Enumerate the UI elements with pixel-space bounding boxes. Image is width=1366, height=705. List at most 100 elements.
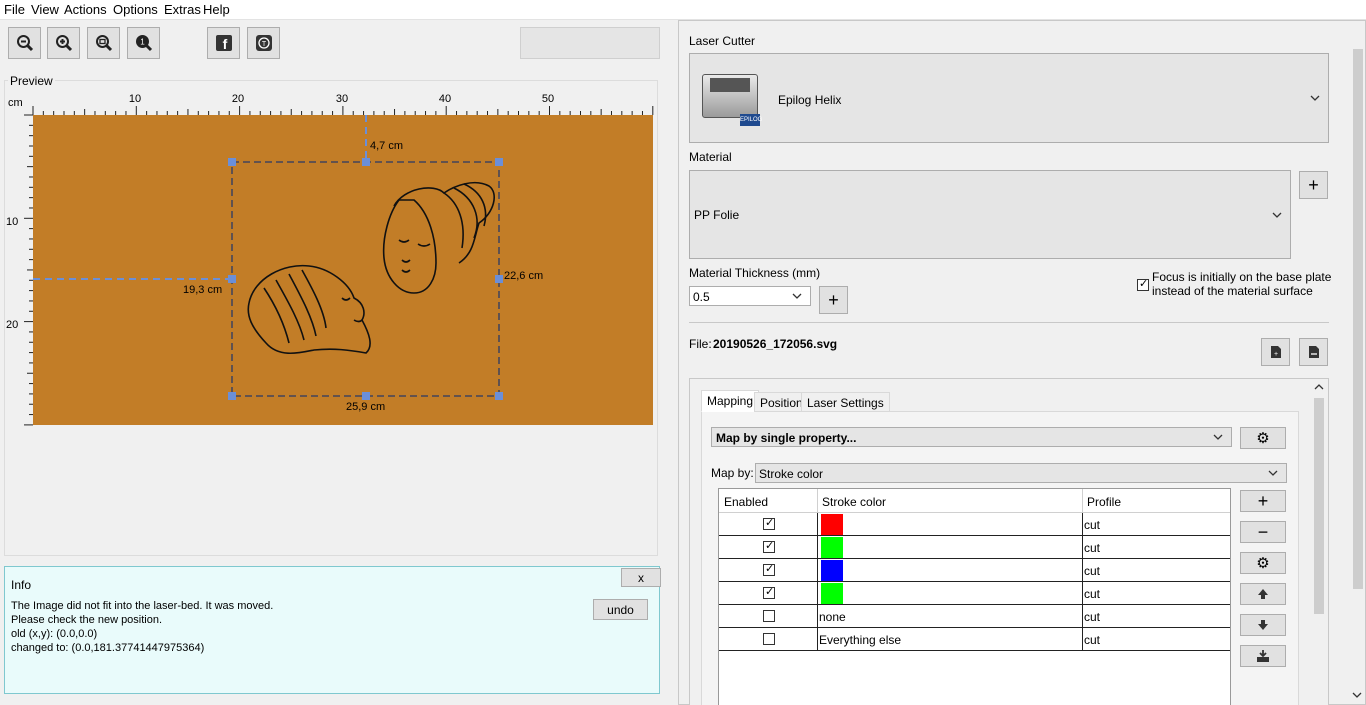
undo-button[interactable]: undo	[593, 599, 648, 620]
zoom-out-icon	[16, 35, 33, 52]
focus-checkbox-label: Focus is initially on the base plate ins…	[1152, 270, 1331, 298]
table-row[interactable]: none cut	[719, 605, 1230, 628]
row-enabled-checkbox[interactable]	[763, 610, 775, 622]
facebook-button[interactable]: f	[207, 27, 240, 59]
chevron-down-icon	[792, 293, 802, 299]
info-title: Info	[11, 578, 32, 592]
ruler-unit: cm	[8, 97, 23, 109]
material-label: Material	[689, 150, 732, 164]
row-enabled-checkbox[interactable]	[763, 539, 775, 553]
row-profile[interactable]: cut	[1084, 633, 1100, 647]
chevron-down-icon	[1272, 212, 1282, 218]
table-row[interactable]: Everything else cut	[719, 628, 1230, 651]
mapping-table: Enabled Stroke color Profile cut cut cut cu…	[718, 488, 1231, 705]
color-swatch	[821, 514, 843, 535]
header-profile: Profile	[1087, 495, 1122, 509]
menu-options[interactable]: Options	[113, 2, 158, 17]
menu-file[interactable]: File	[4, 2, 25, 17]
twitter-icon: T	[255, 35, 272, 51]
ruler-x-label: 50	[542, 93, 554, 105]
column-divider	[1082, 513, 1083, 536]
row-stroke-label: Everything else	[819, 633, 902, 647]
mapping-settings-button[interactable]: ⚙	[1240, 427, 1286, 449]
tab-laser-settings[interactable]: Laser Settings	[801, 392, 890, 412]
column-divider	[817, 513, 818, 536]
import-button[interactable]	[1240, 645, 1286, 667]
remove-row-button[interactable]: −	[1240, 521, 1286, 543]
ruler-x-label: 40	[439, 93, 451, 105]
zoom-reset-button[interactable]: 1	[127, 27, 160, 59]
row-settings-button[interactable]: ⚙	[1240, 552, 1286, 574]
move-down-button[interactable]	[1240, 614, 1286, 636]
info-line: Please check the new position.	[11, 614, 163, 626]
add-material-button[interactable]: +	[1299, 171, 1328, 199]
table-row[interactable]: cut	[719, 582, 1230, 605]
info-line: changed to: (0.0,181.37741447975364)	[11, 642, 205, 654]
scroll-down-icon	[1352, 692, 1362, 698]
info-close-button[interactable]: x	[621, 568, 661, 587]
row-profile[interactable]: cut	[1084, 587, 1100, 601]
column-divider	[1082, 605, 1083, 628]
color-swatch	[821, 537, 843, 558]
menu-view[interactable]: View	[31, 2, 59, 17]
row-enabled-checkbox[interactable]	[763, 516, 775, 530]
thickness-select[interactable]: 0.5	[689, 286, 811, 306]
laser-cutter-image: EPILOG	[700, 70, 762, 126]
epilog-logo: EPILOG	[740, 114, 762, 126]
zoom-fit-button[interactable]	[87, 27, 120, 59]
header-stroke-color: Stroke color	[822, 495, 887, 509]
preview-canvas[interactable]: cm 10 20 30 40 50 10 20 4,7 cm 19,3 cm 2…	[4, 88, 658, 428]
table-row[interactable]: cut	[719, 536, 1230, 559]
row-profile[interactable]: cut	[1084, 518, 1100, 532]
settings-panel: Laser Cutter EPILOG Epilog Helix Materia…	[678, 20, 1366, 705]
color-swatch	[821, 583, 843, 604]
mapping-mode-value: Map by single property...	[716, 431, 857, 445]
mapping-mode-select[interactable]: Map by single property...	[711, 427, 1232, 447]
panel-scrollbar[interactable]	[1350, 31, 1364, 703]
facebook-icon: f	[215, 35, 232, 52]
laser-cutter-select[interactable]: EPILOG Epilog Helix	[689, 53, 1329, 143]
column-divider	[1082, 582, 1083, 605]
scrollbar[interactable]	[1311, 380, 1327, 705]
row-profile[interactable]: cut	[1084, 541, 1100, 555]
move-up-button[interactable]	[1240, 583, 1286, 605]
zoom-in-icon	[55, 35, 72, 52]
map-by-value: Stroke color	[759, 467, 824, 481]
twitter-button[interactable]: T	[247, 27, 280, 59]
row-stroke-label: none	[819, 610, 846, 624]
add-thickness-button[interactable]: +	[819, 286, 848, 314]
table-row[interactable]: cut	[719, 513, 1230, 536]
dim-bottom-label: 25,9 cm	[346, 401, 385, 413]
menu-actions[interactable]: Actions	[64, 2, 107, 17]
new-file-button[interactable]: +	[1261, 338, 1290, 366]
row-enabled-checkbox[interactable]	[763, 585, 775, 599]
thickness-value: 0.5	[693, 290, 710, 304]
ruler-y-label: 20	[6, 319, 18, 331]
table-row[interactable]: cut	[719, 559, 1230, 582]
plus-icon: +	[1257, 490, 1269, 511]
add-row-button[interactable]: +	[1240, 490, 1286, 512]
ruler-x-label: 10	[129, 93, 141, 105]
zoom-out-button[interactable]	[8, 27, 41, 59]
menu-extras[interactable]: Extras	[164, 2, 201, 17]
zoom-in-button[interactable]	[47, 27, 80, 59]
focus-checkbox[interactable]	[1137, 277, 1149, 291]
svg-text:+: +	[1273, 351, 1277, 358]
laser-cutter-label: Laser Cutter	[689, 34, 756, 48]
map-by-select[interactable]: Stroke color	[755, 463, 1287, 483]
tab-mapping[interactable]: Mapping	[701, 390, 760, 412]
column-divider	[1082, 628, 1083, 651]
row-enabled-checkbox[interactable]	[763, 562, 775, 576]
material-select[interactable]: PP Folie	[689, 170, 1291, 259]
menubar: File View Actions Options Extras Help	[0, 0, 1366, 20]
header-enabled: Enabled	[724, 495, 769, 509]
row-enabled-checkbox[interactable]	[763, 633, 775, 645]
close-file-button[interactable]	[1299, 338, 1328, 366]
row-profile[interactable]: cut	[1084, 610, 1100, 624]
menu-help[interactable]: Help	[203, 2, 230, 17]
column-divider	[817, 536, 818, 559]
gear-icon: ⚙	[1256, 555, 1270, 572]
focus-label-line: Focus is initially on the base plate	[1152, 270, 1332, 284]
material-value: PP Folie	[694, 208, 740, 222]
row-profile[interactable]: cut	[1084, 564, 1100, 578]
